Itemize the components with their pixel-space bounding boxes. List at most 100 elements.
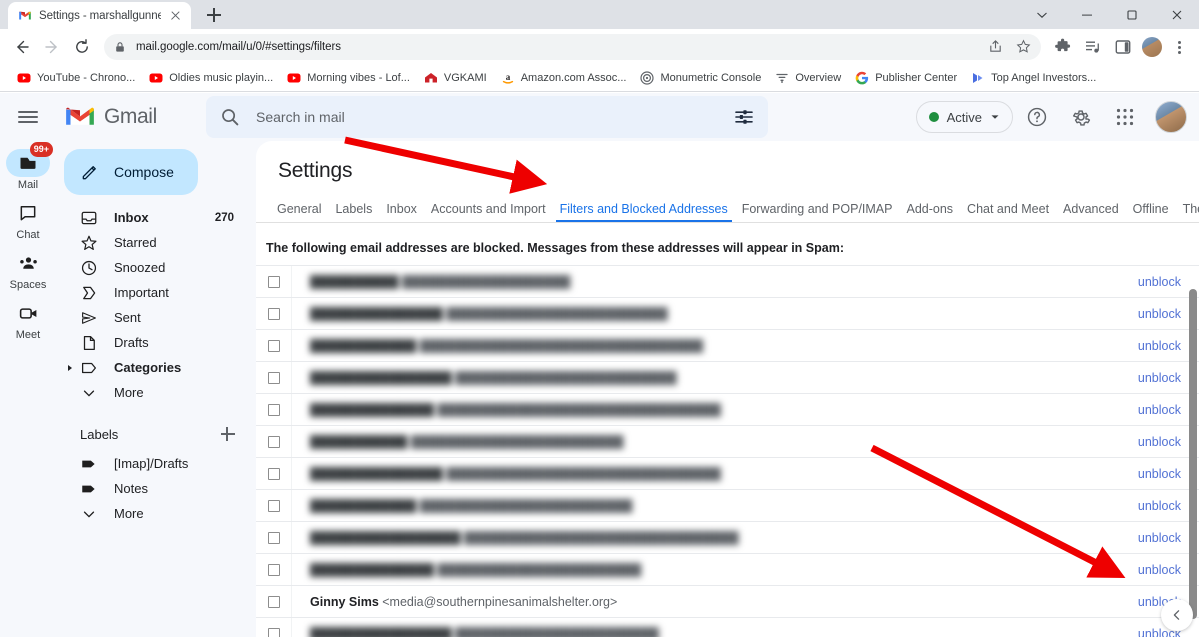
expand-caret-icon[interactable] [68,365,72,371]
row-checkbox-cell[interactable] [256,362,292,393]
table-row[interactable]: ████████████ ███████████████████████████… [256,329,1199,361]
checkbox-icon[interactable] [268,436,280,448]
sidebar-item-snoozed[interactable]: Snoozed [56,255,248,280]
checkbox-icon[interactable] [268,340,280,352]
row-checkbox-cell[interactable] [256,266,292,297]
media-control-icon[interactable] [1079,33,1107,61]
side-panel-icon[interactable] [1109,33,1137,61]
rail-item-mail[interactable]: 99+ Mail [0,145,56,193]
table-row[interactable]: █████████████████ ██████████████████████… [256,521,1199,553]
checkbox-icon[interactable] [268,372,280,384]
reload-icon[interactable] [68,33,96,61]
share-icon[interactable] [983,34,1009,60]
sidebar-label-notes[interactable]: Notes [56,476,248,501]
bookmark-item[interactable]: a Amazon.com Assoc... [494,68,634,88]
row-checkbox-cell[interactable] [256,490,292,521]
row-checkbox-cell[interactable] [256,394,292,425]
chevron-down-icon[interactable] [1019,0,1064,29]
table-row[interactable]: ██████████████ ███████████████████████un… [256,553,1199,585]
tab-offline[interactable]: Offline [1126,202,1176,222]
tab-add-ons[interactable]: Add-ons [899,202,960,222]
status-chip[interactable]: Active [916,101,1013,133]
minimize-icon[interactable] [1064,0,1109,29]
checkbox-icon[interactable] [268,276,280,288]
settings-gear-icon[interactable] [1061,97,1101,137]
close-icon[interactable] [1154,0,1199,29]
bookmark-item[interactable]: YouTube - Chrono... [10,68,142,88]
gmail-logo[interactable]: Gmail [52,105,206,129]
table-row[interactable]: Ginny Sims <media@southernpinesanimalshe… [256,585,1199,617]
search-input[interactable]: Search in mail [256,109,718,125]
tune-options-icon[interactable] [734,107,754,127]
bookmark-item[interactable]: Overview [768,68,848,88]
extensions-puzzle-icon[interactable] [1049,33,1077,61]
row-checkbox-cell[interactable] [256,330,292,361]
unblock-link[interactable]: unblock [1107,435,1199,449]
checkbox-icon[interactable] [268,532,280,544]
browser-tab[interactable]: Settings - marshallgunnell@gma [8,2,191,29]
checkbox-icon[interactable] [268,628,280,637]
unblock-link[interactable]: unblock [1107,307,1199,321]
help-icon[interactable] [1017,97,1057,137]
google-apps-grid-icon[interactable] [1105,97,1145,137]
row-checkbox-cell[interactable] [256,426,292,457]
table-row[interactable]: ██████████ ███████████████████unblock [256,265,1199,297]
sidebar-item-important[interactable]: Important [56,280,248,305]
address-bar[interactable]: mail.google.com/mail/u/0/#settings/filte… [104,34,1041,60]
search-bar[interactable]: Search in mail [206,96,768,138]
unblock-link[interactable]: unblock [1107,499,1199,513]
sidebar-item-sent[interactable]: Sent [56,305,248,330]
sidebar-item-starred[interactable]: Starred [56,230,248,255]
bookmark-star-icon[interactable] [1011,34,1037,60]
settings-scrollbar[interactable] [1189,289,1197,619]
profile-avatar[interactable] [1142,37,1162,57]
row-checkbox-cell[interactable] [256,618,292,637]
tab-filters-and-blocked-addresses[interactable]: Filters and Blocked Addresses [553,202,735,222]
sidebar-item-inbox[interactable]: Inbox 270 [56,205,248,230]
tab-advanced[interactable]: Advanced [1056,202,1126,222]
tab-labels[interactable]: Labels [328,202,379,222]
kebab-menu-icon[interactable] [1167,33,1191,61]
row-checkbox-cell[interactable] [256,458,292,489]
sidebar-label-imap-drafts[interactable]: [Imap]/Drafts [56,451,248,476]
main-menu-hamburger-icon[interactable] [4,93,52,141]
close-icon[interactable] [168,8,183,23]
tab-themes[interactable]: Themes [1176,202,1199,222]
bookmark-item[interactable]: Monumetric Console [633,68,768,88]
tab-chat-and-meet[interactable]: Chat and Meet [960,202,1056,222]
table-row[interactable]: ██████████████ █████████████████████████… [256,393,1199,425]
unblock-link[interactable]: unblock [1107,371,1199,385]
rail-item-spaces[interactable]: Spaces [0,245,56,293]
table-row[interactable]: ████████████████ ███████████████████████… [256,361,1199,393]
plus-icon[interactable] [220,426,236,442]
unblock-link[interactable]: unblock [1107,403,1199,417]
bookmark-item[interactable]: Morning vibes - Lof... [280,68,417,88]
row-checkbox-cell[interactable] [256,554,292,585]
account-avatar[interactable] [1155,101,1187,133]
unblock-link[interactable]: unblock [1107,563,1199,577]
sidebar-item-categories[interactable]: Categories [56,355,248,380]
compose-button[interactable]: Compose [64,149,198,195]
bookmark-item[interactable]: Top Angel Investors... [964,68,1103,88]
checkbox-icon[interactable] [268,564,280,576]
tab-inbox[interactable]: Inbox [379,202,424,222]
table-row[interactable]: ███████████ ████████████████████████unbl… [256,425,1199,457]
row-checkbox-cell[interactable] [256,522,292,553]
sidebar-item-more[interactable]: More [56,380,248,405]
unblock-link[interactable]: unblock [1107,531,1199,545]
maximize-icon[interactable] [1109,0,1154,29]
table-row[interactable]: ███████████████ ████████████████████████… [256,457,1199,489]
rail-item-chat[interactable]: Chat [0,195,56,243]
collapse-panel-button[interactable] [1161,599,1193,631]
tab-accounts-and-import[interactable]: Accounts and Import [424,202,553,222]
checkbox-icon[interactable] [268,404,280,416]
sidebar-item-drafts[interactable]: Drafts [56,330,248,355]
bookmark-item[interactable]: Publisher Center [848,68,964,88]
table-row[interactable]: ███████████████ ████████████████████████… [256,297,1199,329]
checkbox-icon[interactable] [268,308,280,320]
rail-item-meet[interactable]: Meet [0,295,56,343]
bookmark-item[interactable]: Oldies music playin... [142,68,280,88]
unblock-link[interactable]: unblock [1107,339,1199,353]
row-checkbox-cell[interactable] [256,586,292,617]
tab-forwarding-and-pop-imap[interactable]: Forwarding and POP/IMAP [735,202,900,222]
